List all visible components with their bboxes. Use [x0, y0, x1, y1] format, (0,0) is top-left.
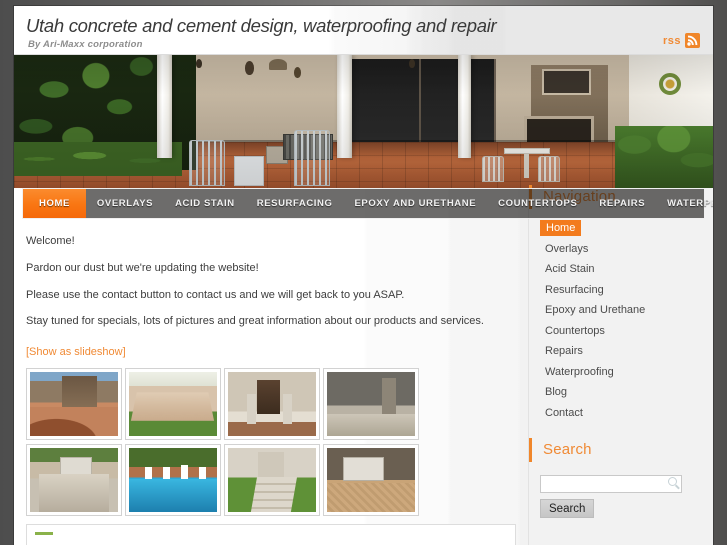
rss-icon — [685, 33, 700, 48]
search-widget-title: Search — [529, 438, 713, 462]
hero-rocking-chair — [293, 130, 330, 186]
gallery-thumbnail-stone-steps-front-lawn[interactable] — [224, 444, 320, 516]
nav-item-countertops[interactable]: COUNTERTOPS — [487, 189, 588, 218]
sidebar-item-epoxy-and-urethane[interactable]: Epoxy and Urethane — [540, 302, 650, 318]
nav-item-home[interactable]: HOME — [23, 189, 86, 218]
rss-link[interactable]: rss — [663, 33, 700, 48]
hero-column — [336, 55, 352, 158]
sidebar-item-overlays[interactable]: Overlays — [540, 241, 593, 257]
site-title: Utah concrete and cement design, waterpr… — [26, 15, 497, 36]
gallery-thumbnail-stone-house-red-concrete-walkway[interactable] — [26, 368, 122, 440]
navigation-widget: Navigation HomeOverlaysAcid StainResurfa… — [529, 185, 713, 423]
page-body: Home Welcome! Pardon our dust but we're … — [14, 185, 713, 545]
paragraph: Stay tuned for specials, lots of picture… — [26, 315, 484, 328]
gallery-thumbnail-house-entry-stone-columns[interactable] — [224, 368, 320, 440]
hero-wreath — [659, 73, 681, 95]
paragraph: Please use the contact button to contact… — [26, 288, 405, 301]
paragraph: Welcome! — [26, 235, 75, 247]
gallery-thumbnail-backyard-swimming-pool-deck[interactable] — [125, 444, 221, 516]
sidebar-item-blog[interactable]: Blog — [540, 384, 572, 400]
main-content: Home Welcome! Pardon our dust but we're … — [26, 198, 526, 516]
hero-patio-scene — [14, 55, 713, 188]
sidebar-item-acid-stain[interactable]: Acid Stain — [540, 261, 600, 277]
sidebar-item-contact[interactable]: Contact — [540, 405, 588, 421]
hero-glass-doors — [342, 59, 497, 146]
hero-wall-decor — [408, 59, 415, 68]
sidebar-item-home[interactable]: Home — [540, 220, 582, 236]
sidebar-item-countertops[interactable]: Countertops — [540, 323, 610, 339]
gallery-thumbnail-stamped-concrete-driveway-lawn[interactable] — [125, 368, 221, 440]
hero-rocking-chair — [188, 140, 225, 186]
hero-banner-image — [14, 55, 713, 188]
content-paragraphs: Welcome! Pardon our dust but we're updat… — [26, 235, 526, 329]
nav-item-acid-stain[interactable]: ACID STAIN — [164, 189, 246, 218]
nav-item-resurfacing[interactable]: RESURFACING — [246, 189, 344, 218]
sidebar-item-resurfacing[interactable]: Resurfacing — [540, 282, 609, 298]
hero-small-chair — [234, 156, 265, 186]
hero-patio-table-set — [482, 148, 572, 182]
gallery-thumbnail-covered-patio-stone-pillars[interactable] — [323, 368, 419, 440]
site-header: Utah concrete and cement design, waterpr… — [14, 6, 713, 55]
gallery-thumbnail-garage-driveway-concrete[interactable] — [26, 444, 122, 516]
green-accent-bar — [35, 532, 53, 535]
hero-wall-decor — [244, 61, 254, 75]
nav-item-epoxy-and-urethane[interactable]: EPOXY AND URETHANE — [344, 189, 488, 218]
hero-column — [157, 55, 173, 158]
hero-wall-decor — [195, 59, 202, 68]
hero-wall-decor — [293, 67, 301, 78]
search-form: Search — [529, 474, 713, 518]
hero-window — [541, 69, 591, 95]
hero-right-hedge — [615, 126, 713, 188]
search-button[interactable]: Search — [540, 499, 595, 518]
rss-label: rss — [662, 34, 681, 47]
nav-item-repairs[interactable]: REPAIRS — [588, 189, 656, 218]
browser-viewport: Utah concrete and cement design, waterpr… — [0, 0, 727, 545]
search-input[interactable] — [540, 475, 682, 493]
show-as-slideshow-link[interactable]: [Show as slideshow] — [26, 346, 126, 358]
site-subtitle: By Ari-Maxx corporation — [28, 39, 143, 50]
sidebar: Navigation HomeOverlaysAcid StainResurfa… — [528, 185, 713, 545]
magnifier-icon — [668, 477, 677, 486]
hero-column — [457, 55, 471, 158]
gallery-thumbnail-garage-stamped-driveway[interactable] — [323, 444, 419, 516]
search-widget: Search Search — [529, 438, 713, 518]
main-navigation[interactable]: HOME OVERLAYS ACID STAIN RESURFACING EPOXY A… — [22, 188, 713, 219]
sidebar-item-waterproofing[interactable]: Waterproofing — [540, 364, 619, 380]
paragraph: Pardon our dust but we're updating the w… — [26, 261, 259, 274]
sidebar-nav-list[interactable]: Home Overlays Acid Stain Resurfacing Epoxy a… — [529, 218, 713, 423]
sidebar-item-repairs[interactable]: Repairs — [540, 343, 588, 359]
search-input-wrap — [540, 474, 682, 493]
next-content-block — [26, 524, 516, 545]
nav-item-overlays[interactable]: OVERLAYS — [86, 189, 164, 218]
image-gallery — [26, 368, 426, 516]
nav-item-waterproofing[interactable]: WATERPROOFING — [656, 189, 713, 218]
hero-wall-decor — [269, 59, 288, 70]
website-container: Utah concrete and cement design, waterpr… — [14, 6, 713, 545]
